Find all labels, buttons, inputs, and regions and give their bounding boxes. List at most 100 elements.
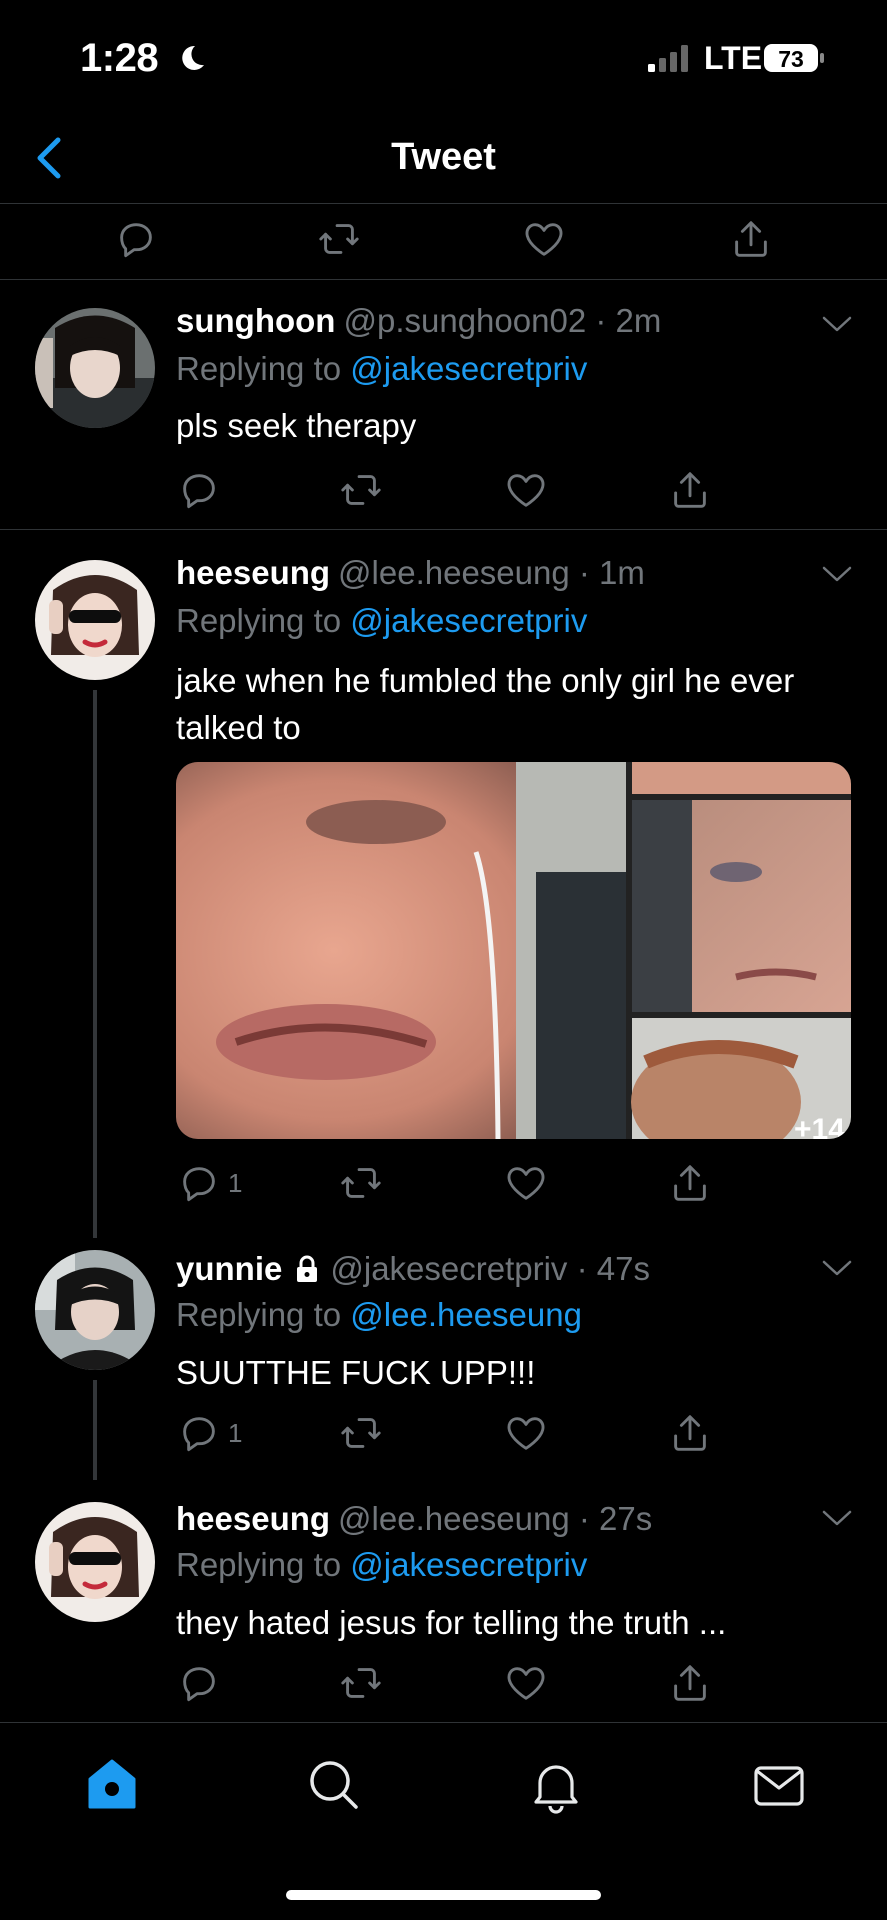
replying-prefix: Replying to — [176, 1296, 342, 1333]
chevron-down-icon[interactable] — [821, 564, 853, 584]
display-name[interactable]: yunnie — [176, 1250, 282, 1287]
mention-link[interactable]: @jakesecretpriv — [350, 602, 587, 639]
cellular-signal-icon — [648, 45, 688, 72]
like-button[interactable] — [503, 1410, 549, 1456]
mention-link[interactable]: @lee.heeseung — [350, 1296, 582, 1333]
battery-icon: 73 — [764, 44, 824, 72]
tweet-text: jake when he fumbled the only girl he ev… — [176, 662, 795, 746]
tweet-item[interactable]: sunghoon @p.sunghoon02 · 2m Replying to @… — [0, 280, 887, 530]
tweet-item[interactable]: heeseung @lee.heeseung · 27s Replying to … — [0, 1480, 887, 1722]
home-icon[interactable] — [82, 1755, 142, 1815]
like-button[interactable] — [503, 467, 549, 513]
like-button[interactable] — [503, 1160, 549, 1206]
reply-icon — [176, 467, 222, 513]
do-not-disturb-icon — [182, 45, 204, 70]
heart-icon — [503, 1410, 549, 1456]
tweet-header: sunghoon @p.sunghoon02 · 2m — [176, 302, 661, 340]
share-button[interactable] — [667, 1160, 713, 1206]
status-bar: 1:28 LTE 73 — [0, 0, 887, 110]
share-button[interactable] — [728, 216, 774, 262]
messages-icon[interactable] — [749, 1755, 809, 1815]
replying-prefix: Replying to — [176, 1546, 342, 1583]
retweet-button[interactable] — [316, 216, 362, 262]
notifications-icon[interactable] — [526, 1755, 586, 1815]
like-button[interactable] — [503, 1660, 549, 1706]
thread-line — [93, 690, 97, 1238]
retweet-icon — [338, 1410, 384, 1456]
heart-icon — [521, 216, 567, 262]
share-icon — [728, 216, 774, 262]
chevron-down-icon[interactable] — [821, 314, 853, 334]
tweet-header: heeseung @lee.heeseung · 1m — [176, 554, 645, 592]
reply-icon — [176, 1410, 222, 1456]
tweet-text: SUUTTHE FUCK UPP!!! — [176, 1354, 536, 1391]
avatar[interactable] — [35, 1250, 155, 1370]
avatar[interactable] — [35, 560, 155, 680]
reply-button[interactable]: 1 — [176, 1410, 242, 1456]
share-icon — [667, 467, 713, 513]
retweet-button[interactable] — [338, 1410, 384, 1456]
home-indicator[interactable] — [286, 1890, 601, 1900]
share-button[interactable] — [667, 467, 713, 513]
media-photo: +14 — [176, 762, 851, 1139]
share-icon — [667, 1410, 713, 1456]
reply-icon — [176, 1160, 222, 1206]
replying-prefix: Replying to — [176, 602, 342, 639]
replying-to: Replying to @jakesecretpriv — [176, 1546, 587, 1584]
share-icon — [667, 1660, 713, 1706]
tweet-media-grid[interactable]: +14 — [176, 762, 851, 1139]
chevron-down-icon[interactable] — [821, 1508, 853, 1528]
tweet-text: pls seek therapy — [176, 407, 417, 444]
status-time: 1:28 — [80, 36, 159, 80]
parent-tweet-actions — [0, 204, 887, 280]
retweet-icon — [316, 216, 362, 262]
share-button[interactable] — [667, 1660, 713, 1706]
thread-line — [93, 1380, 97, 1480]
retweet-icon — [338, 1160, 384, 1206]
mention-link[interactable]: @jakesecretpriv — [350, 350, 587, 387]
lock-icon — [297, 1255, 318, 1282]
display-name[interactable]: heeseung — [176, 554, 330, 591]
reply-button[interactable] — [176, 467, 228, 513]
reply-icon — [113, 216, 159, 262]
retweet-icon — [338, 467, 384, 513]
retweet-button[interactable] — [338, 1660, 384, 1706]
nav-header: Tweet — [0, 118, 887, 204]
avatar[interactable] — [35, 308, 155, 428]
share-icon — [667, 1160, 713, 1206]
reply-count: 1 — [228, 1417, 243, 1448]
tweet-item[interactable]: yunnie @jakesecretpriv · 47s Replying to … — [0, 1230, 887, 1480]
mention-link[interactable]: @jakesecretpriv — [350, 1546, 587, 1583]
reply-button[interactable] — [176, 1660, 228, 1706]
like-button[interactable] — [521, 216, 567, 262]
user-handle: @p.sunghoon02 · 2m — [343, 302, 662, 339]
share-button[interactable] — [667, 1410, 713, 1456]
carrier-label: LTE — [704, 40, 763, 76]
tweet-header: yunnie @jakesecretpriv · 47s — [176, 1250, 650, 1288]
heart-icon — [503, 1160, 549, 1206]
media-more-count: +14 — [794, 1113, 845, 1139]
user-handle: @lee.heeseung · 1m — [338, 554, 645, 591]
reply-button[interactable] — [113, 216, 159, 262]
user-handle: @jakesecretpriv · 47s — [330, 1250, 650, 1287]
search-icon[interactable] — [304, 1755, 364, 1815]
avatar[interactable] — [35, 1502, 155, 1622]
battery-level: 73 — [778, 46, 804, 72]
replying-prefix: Replying to — [176, 350, 342, 387]
tweet-text: they hated jesus for telling the truth .… — [176, 1604, 727, 1641]
heart-icon — [503, 467, 549, 513]
page-title: Tweet — [391, 136, 496, 178]
replying-to: Replying to @lee.heeseung — [176, 1296, 582, 1334]
reply-icon — [176, 1660, 222, 1706]
user-handle: @lee.heeseung · 27s — [338, 1500, 653, 1537]
replying-to: Replying to @jakesecretpriv — [176, 350, 587, 388]
replying-to: Replying to @jakesecretpriv — [176, 602, 587, 640]
retweet-icon — [338, 1660, 384, 1706]
chevron-down-icon[interactable] — [821, 1258, 853, 1278]
retweet-button[interactable] — [338, 1160, 384, 1206]
reply-count: 1 — [228, 1167, 243, 1198]
retweet-button[interactable] — [338, 467, 384, 513]
display-name[interactable]: heeseung — [176, 1500, 330, 1537]
display-name[interactable]: sunghoon — [176, 302, 335, 339]
reply-button[interactable]: 1 — [176, 1160, 242, 1206]
